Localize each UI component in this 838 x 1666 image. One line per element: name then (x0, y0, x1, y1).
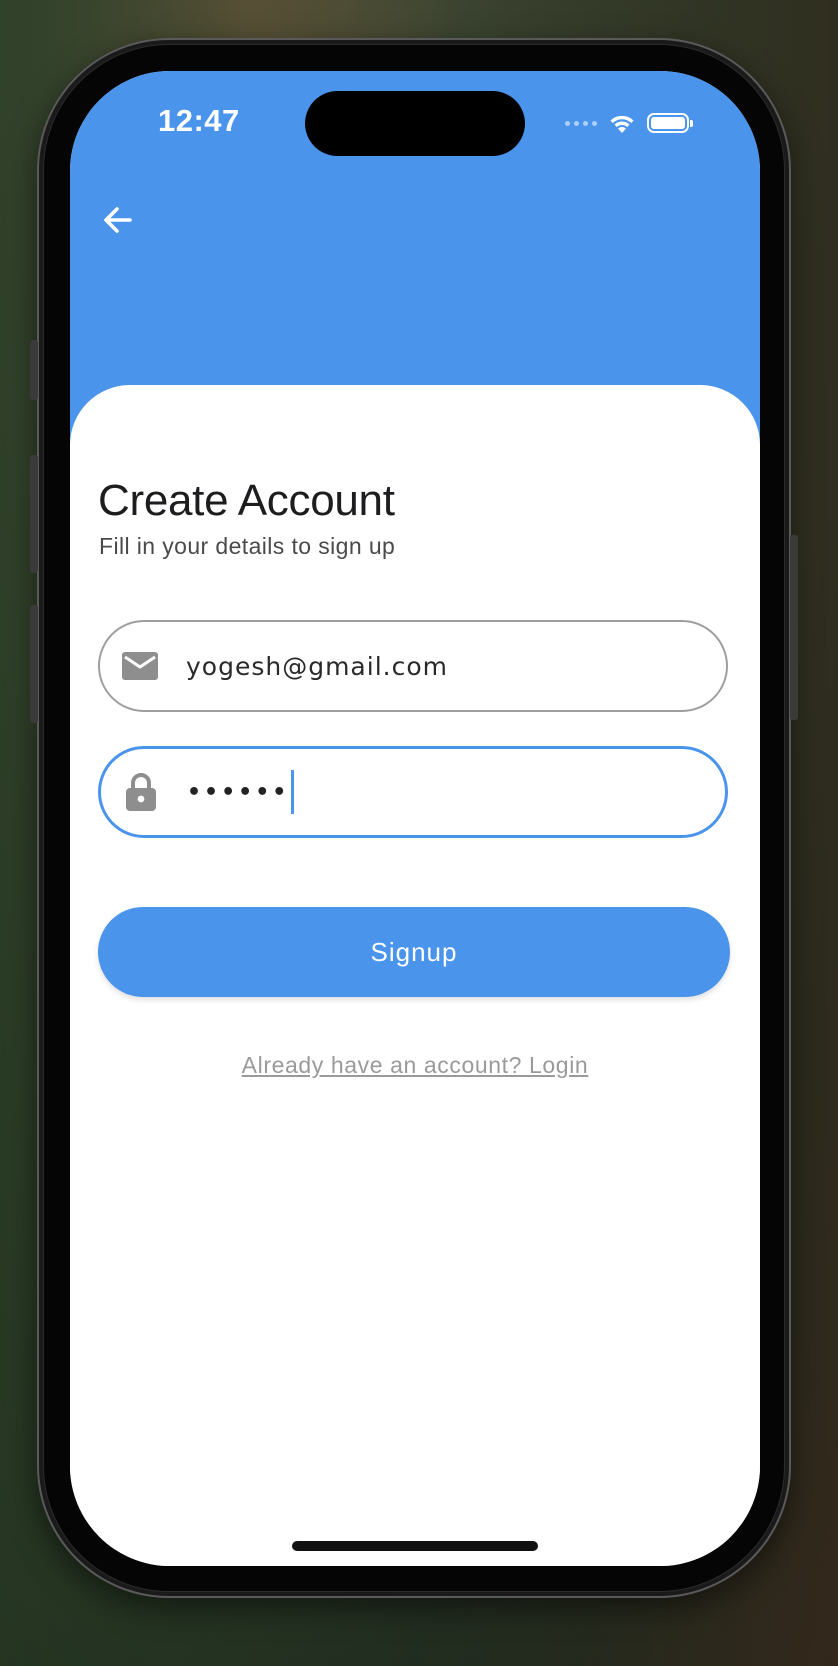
signup-button[interactable]: Signup (98, 907, 730, 997)
side-button-volume-down (30, 605, 38, 723)
email-field[interactable] (98, 620, 728, 712)
status-icons (565, 109, 693, 137)
text-caret (291, 770, 295, 814)
page-title: Create Account (98, 476, 395, 525)
side-button-volume-up (30, 455, 38, 573)
page-subtitle: Fill in your details to sign up (99, 533, 396, 559)
mail-icon (120, 646, 160, 686)
home-indicator[interactable] (292, 1541, 538, 1551)
arrow-left-icon (104, 207, 132, 233)
password-input[interactable]: •••••• (187, 770, 295, 814)
app-screen: 12:47 Create Account Fill in your detail… (70, 71, 760, 1566)
wifi-icon (610, 115, 634, 133)
back-button[interactable] (94, 196, 142, 244)
email-input[interactable] (186, 651, 606, 681)
login-link[interactable]: Already have an account? Login (70, 1052, 760, 1079)
password-field[interactable]: •••••• (98, 746, 728, 838)
cellular-signal-icon (565, 120, 597, 126)
password-masked-value: •••••• (187, 779, 290, 805)
side-button-power (790, 535, 798, 720)
lock-icon (121, 772, 161, 812)
battery-icon (647, 113, 693, 133)
dynamic-island (305, 91, 525, 156)
status-time: 12:47 (158, 103, 240, 138)
side-button-action (30, 340, 38, 400)
